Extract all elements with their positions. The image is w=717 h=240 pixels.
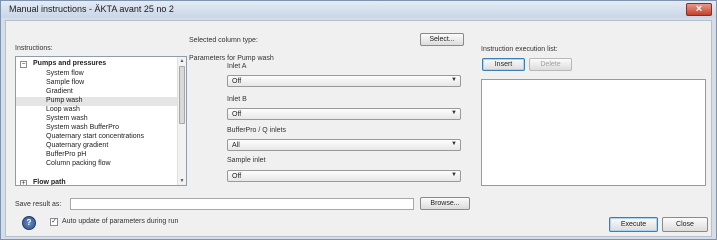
help-icon[interactable]: ? (22, 216, 36, 230)
collapse-icon[interactable]: − (20, 61, 27, 68)
tree-item[interactable]: Loop wash (46, 106, 80, 113)
auto-update-label[interactable]: Auto update of parameters during run (62, 218, 178, 225)
scroll-up-icon[interactable]: ▲ (178, 58, 186, 64)
sample-inlet-label: Sample inlet (227, 157, 266, 164)
sample-inlet-value: Off (232, 173, 242, 180)
column-type-label: Selected column type: (189, 37, 258, 44)
save-result-label: Save result as: (15, 201, 62, 208)
dialog-body: Instructions: − Pumps and pressures Syst… (5, 20, 712, 237)
chevron-down-icon: ▼ (451, 110, 457, 116)
tree-group-pumps[interactable]: Pumps and pressures (33, 60, 106, 67)
tree-item[interactable]: Sample flow (46, 79, 84, 86)
inlet-a-select[interactable]: Off ▼ (227, 75, 461, 87)
close-button[interactable]: Close (662, 217, 708, 232)
execution-list[interactable] (481, 79, 706, 186)
tree-item-selected-highlight (16, 97, 178, 106)
save-result-input[interactable] (70, 198, 414, 210)
tree-item[interactable]: Quaternary start concentrations (46, 133, 144, 140)
close-window-button[interactable] (686, 3, 712, 16)
scroll-down-icon[interactable]: ▼ (178, 178, 186, 184)
tree-item[interactable]: System wash (46, 115, 88, 122)
select-column-button[interactable]: Select... (420, 33, 464, 46)
inlet-b-label: Inlet B (227, 96, 247, 103)
inlet-a-value: Off (232, 78, 242, 85)
inlet-b-select[interactable]: Off ▼ (227, 108, 461, 120)
auto-update-checkbox[interactable]: ✓ (50, 218, 58, 226)
bufferpro-select[interactable]: All ▼ (227, 139, 461, 151)
instructions-scrollbar[interactable]: ▲ ▼ (177, 57, 186, 185)
bufferpro-label: BufferPro / Q inlets (227, 127, 287, 134)
tree-group-partial[interactable]: Flow path (33, 179, 66, 185)
browse-button[interactable]: Browse... (420, 197, 470, 210)
tree-item-selected[interactable]: Pump wash (46, 97, 83, 104)
title-bar: Manual instructions - ÄKTA avant 25 no 2 (1, 1, 716, 18)
tree-item[interactable]: BufferPro pH (46, 151, 86, 158)
expand-icon[interactable]: + (20, 180, 27, 185)
execute-button[interactable]: Execute (609, 217, 658, 232)
tree-item[interactable]: Column packing flow (46, 160, 111, 167)
inlet-b-value: Off (232, 111, 242, 118)
execution-list-label: Instruction execution list: (481, 46, 558, 53)
chevron-down-icon: ▼ (451, 77, 457, 83)
tree-item[interactable]: Gradient (46, 88, 73, 95)
insert-button[interactable]: Insert (482, 58, 525, 71)
inlet-a-label: Inlet A (227, 63, 247, 70)
window-title: Manual instructions - ÄKTA avant 25 no 2 (9, 4, 174, 14)
parameters-title: Parameters for Pump wash (189, 55, 274, 62)
tree-item[interactable]: System wash BufferPro (46, 124, 119, 131)
chevron-down-icon: ▼ (451, 172, 457, 178)
tree-item[interactable]: Quaternary gradient (46, 142, 108, 149)
chevron-down-icon: ▼ (451, 141, 457, 147)
instructions-label: Instructions: (15, 45, 53, 52)
bufferpro-value: All (232, 142, 240, 149)
manual-instructions-window: Manual instructions - ÄKTA avant 25 no 2… (0, 0, 717, 240)
instructions-tree[interactable]: − Pumps and pressures System flow Sample… (15, 56, 187, 186)
delete-button[interactable]: Delete (529, 58, 572, 71)
sample-inlet-select[interactable]: Off ▼ (227, 170, 461, 182)
tree-item[interactable]: System flow (46, 70, 84, 77)
scroll-thumb[interactable] (179, 66, 185, 124)
